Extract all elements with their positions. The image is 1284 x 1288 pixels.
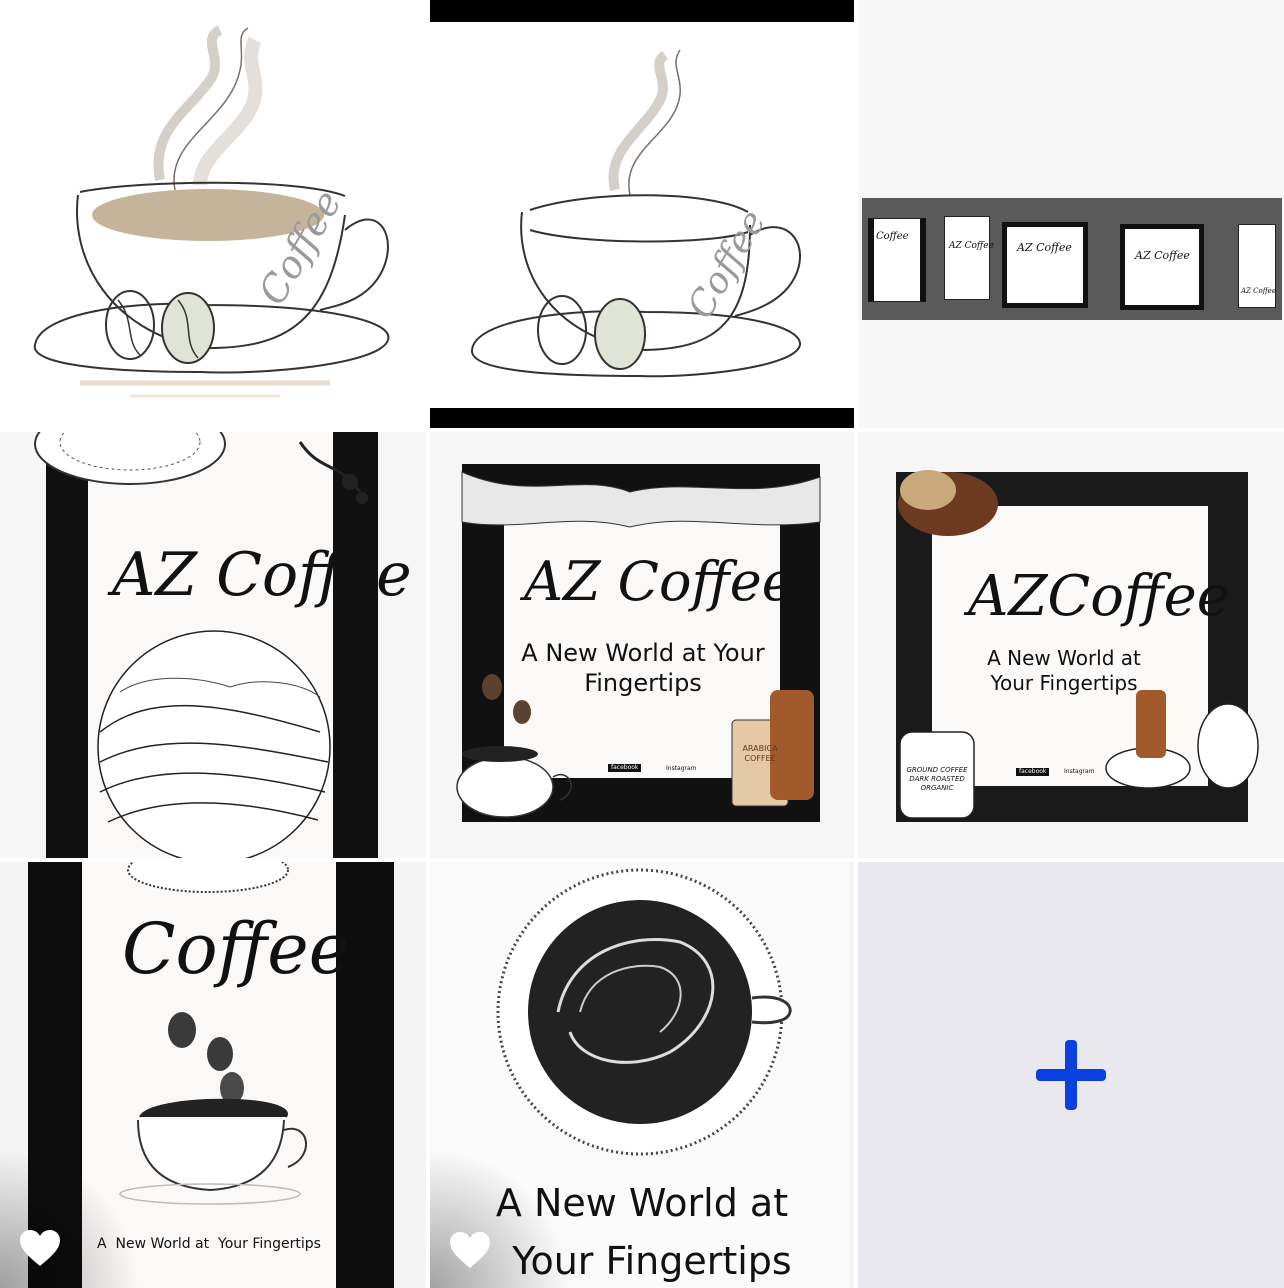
grid-tile-3[interactable]: Coffee AZ Coffee AZ Coffee AZ Coffee AZ … bbox=[858, 0, 1284, 428]
facebook-label: facebook bbox=[1016, 768, 1050, 776]
poster-tagline: A New World at Your Fingertips bbox=[987, 646, 1141, 695]
thumbnail-strip: Coffee AZ Coffee AZ Coffee AZ Coffee AZ … bbox=[862, 198, 1282, 320]
instagram-label: Instagram bbox=[666, 765, 697, 772]
coffee-cup-line-illustration bbox=[470, 49, 801, 378]
poster-title: AZ Coffee bbox=[112, 540, 412, 610]
poster-title: Coffee bbox=[122, 908, 351, 990]
grid-tile-7[interactable]: Coffee A New World at Your Fingertips bbox=[0, 862, 426, 1288]
thumbnail-1[interactable]: Coffee bbox=[868, 218, 926, 302]
poster-tagline: A New World at Your Fingertips bbox=[521, 639, 765, 697]
grid-tile-2[interactable]: Coffee bbox=[430, 0, 854, 428]
product-label: ARABICA COFFEE bbox=[742, 744, 778, 763]
facebook-label: facebook bbox=[608, 764, 642, 772]
poster-title: AZ Coffee bbox=[524, 550, 794, 613]
heart-icon[interactable] bbox=[18, 1228, 62, 1268]
thumbnail-4[interactable]: AZ Coffee bbox=[1120, 224, 1204, 310]
plantation-illustration bbox=[34, 432, 368, 858]
thumbnail-3[interactable]: AZ Coffee bbox=[1002, 222, 1088, 308]
grid-tile-1[interactable]: Coffee bbox=[0, 0, 426, 428]
grid-tile-4[interactable]: AZ Coffee bbox=[0, 432, 426, 858]
thumbnail-2[interactable]: AZ Coffee bbox=[944, 216, 994, 300]
photo-grid: Coffee Coffee Coffee AZ Coffee AZ Coffee… bbox=[0, 0, 1284, 1288]
plus-icon[interactable] bbox=[1036, 1040, 1106, 1110]
coffee-bag-label: GROUND COFFEE DARK ROASTED ORGANIC bbox=[906, 766, 968, 792]
poster-title: AZCoffee bbox=[968, 564, 1230, 629]
grid-tile-6[interactable]: AZCoffee A New World at Your Fingertips … bbox=[858, 432, 1284, 858]
thumbnail-5[interactable]: AZ Coffee bbox=[1238, 224, 1276, 308]
coffee-cup-illustration bbox=[33, 25, 390, 398]
instagram-label: Instagram bbox=[1064, 768, 1095, 775]
grid-tile-5[interactable]: AZ Coffee A New World at Your Fingertips… bbox=[430, 432, 854, 858]
heart-icon[interactable] bbox=[448, 1230, 492, 1270]
poster-decorations bbox=[898, 470, 1259, 819]
grid-tile-8[interactable]: A New World at Your Fingertips bbox=[430, 862, 854, 1288]
add-photo-tile[interactable] bbox=[858, 862, 1284, 1288]
